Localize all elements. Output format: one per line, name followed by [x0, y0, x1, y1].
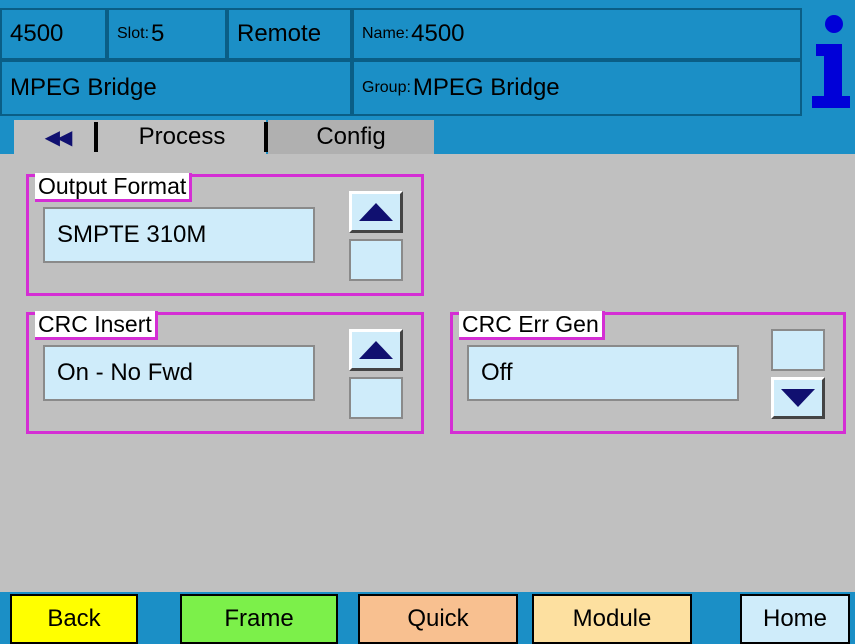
header-bar: 4500 Slot: 5 Remote Name: 4500 MPEG Brid… [0, 0, 855, 118]
triangle-down-icon [781, 389, 815, 407]
output-format-up-button[interactable] [349, 191, 403, 233]
triangle-up-icon [359, 341, 393, 359]
device-cell: 4500 [0, 8, 107, 60]
mode-cell: Remote [227, 8, 352, 60]
tab-bar: ◀◀ Process Config [0, 118, 855, 154]
mode-label: Remote [237, 20, 322, 47]
crc-insert-title: CRC Insert [35, 311, 158, 340]
crc-err-gen-title: CRC Err Gen [459, 311, 605, 340]
device-label: 4500 [10, 20, 64, 47]
crc-insert-down-button[interactable] [349, 377, 403, 419]
name-value: 4500 [411, 20, 465, 47]
tab-back[interactable]: ◀◀ [14, 120, 100, 154]
back-button[interactable]: Back [10, 594, 138, 644]
module-name: MPEG Bridge [10, 74, 157, 101]
output-format-field[interactable]: SMPTE 310M [43, 207, 315, 263]
crc-insert-panel: CRC Insert On - No Fwd [26, 311, 424, 434]
slot-cell: Slot: 5 [107, 8, 227, 60]
crc-err-gen-field[interactable]: Off [467, 345, 739, 401]
quick-button[interactable]: Quick [358, 594, 518, 644]
home-button[interactable]: Home [740, 594, 850, 644]
tab-config[interactable]: Config [268, 120, 434, 154]
name-cell: Name: 4500 [352, 8, 802, 60]
frame-button[interactable]: Frame [180, 594, 338, 644]
tab-config-label: Config [316, 123, 386, 150]
tab-process-label: Process [138, 123, 226, 150]
tab-process[interactable]: Process [98, 120, 266, 154]
output-format-title: Output Format [35, 173, 193, 202]
footer-bar: Back Frame Quick Module Home [0, 592, 855, 644]
group-cell: Group: MPEG Bridge [352, 60, 802, 116]
group-label: Group: [362, 79, 411, 96]
triangle-up-icon [359, 203, 393, 221]
output-format-panel: Output Format SMPTE 310M [26, 173, 424, 296]
slot-value: 5 [151, 20, 165, 47]
group-value: MPEG Bridge [412, 74, 560, 101]
crc-err-gen-up-button[interactable] [771, 329, 825, 371]
module-cell: MPEG Bridge [0, 60, 352, 116]
crc-insert-up-button[interactable] [349, 329, 403, 371]
name-label: Name: [362, 25, 410, 42]
module-button[interactable]: Module [532, 594, 692, 644]
output-format-down-button[interactable] [349, 239, 403, 281]
info-icon[interactable] [808, 12, 850, 110]
crc-err-gen-down-button[interactable] [771, 377, 825, 419]
slot-label: Slot: [117, 25, 150, 42]
crc-insert-field[interactable]: On - No Fwd [43, 345, 315, 401]
double-left-arrow-icon: ◀◀ [44, 126, 73, 149]
crc-err-gen-panel: CRC Err Gen Off [450, 311, 846, 434]
